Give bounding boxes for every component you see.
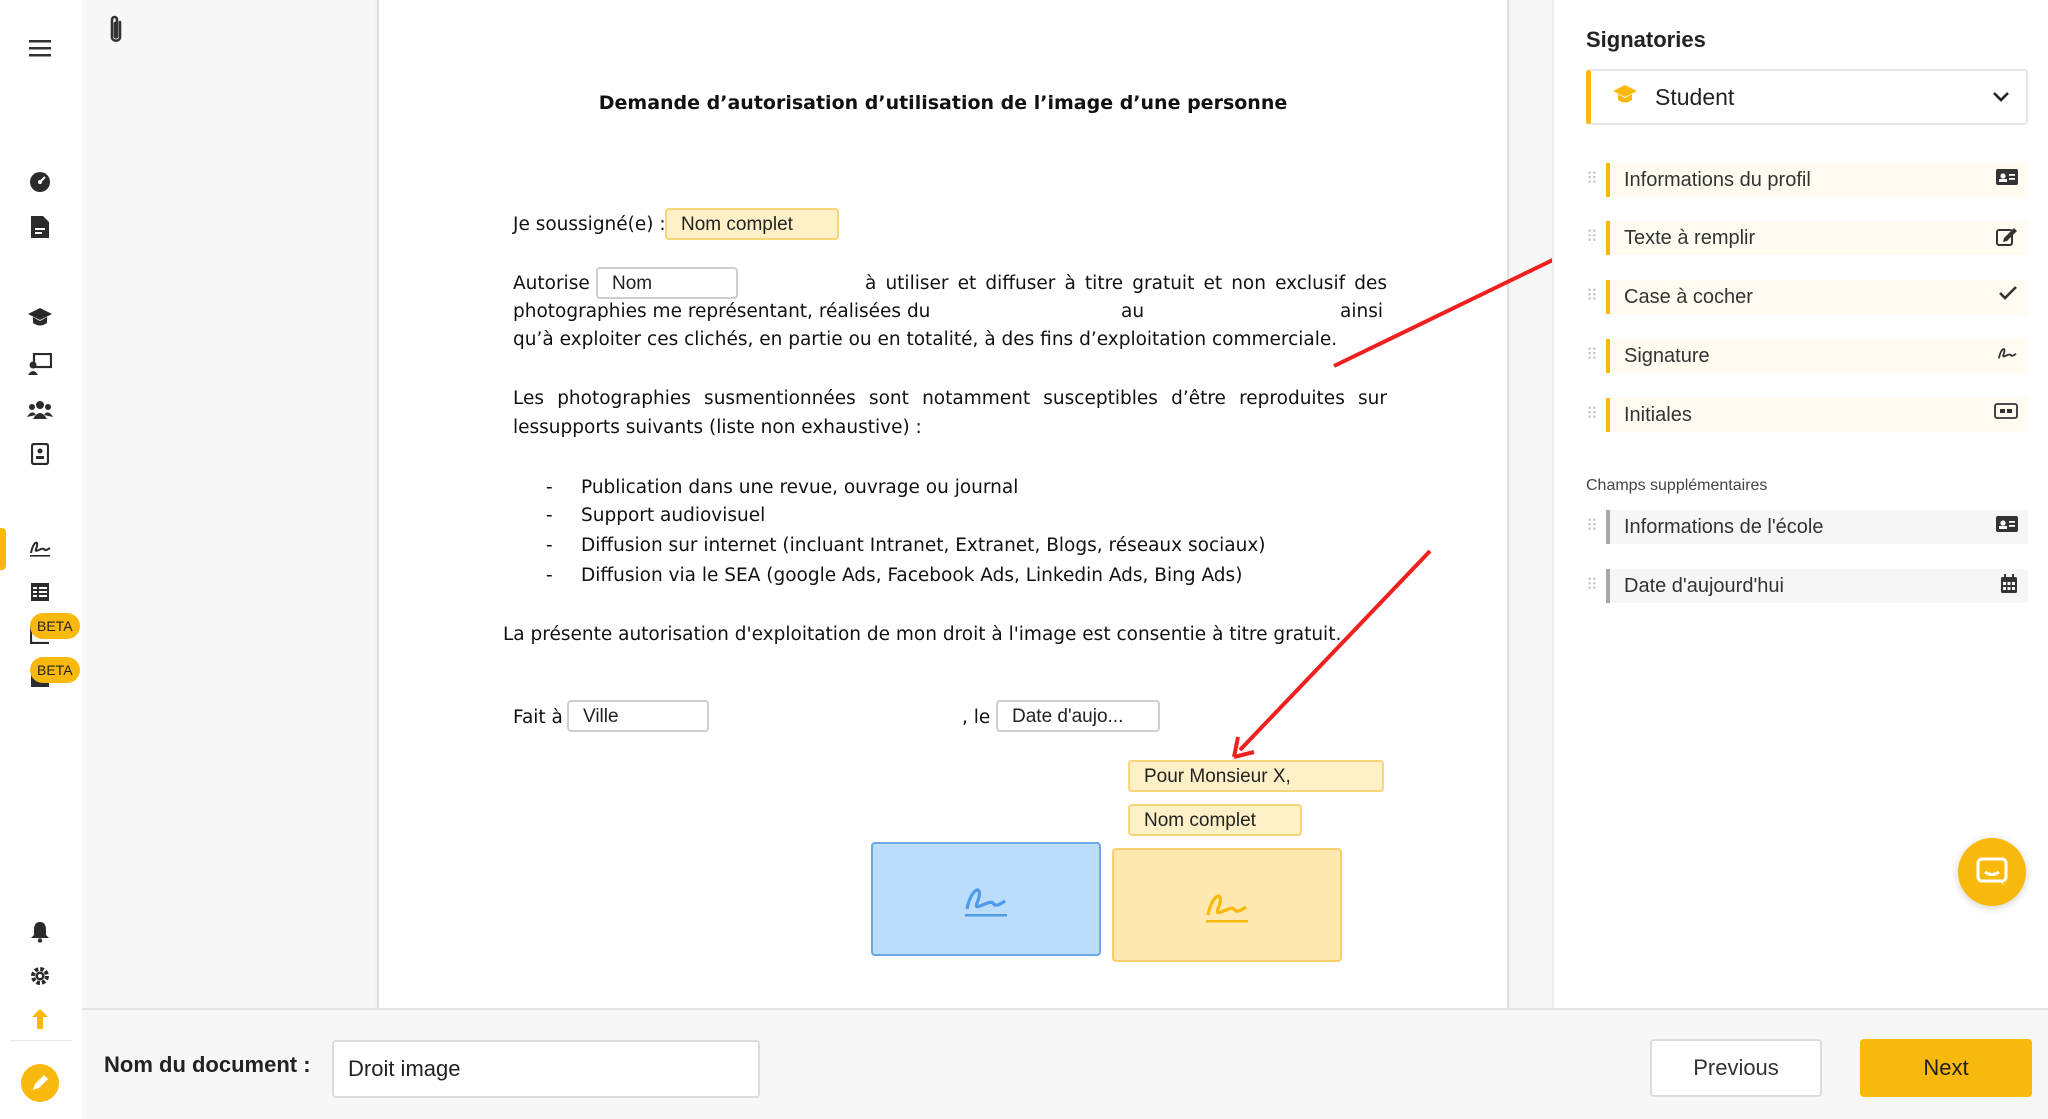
bell-icon[interactable] xyxy=(24,916,56,948)
signature-icon xyxy=(1996,344,2018,367)
field-item-label: Initiales xyxy=(1624,404,1692,426)
chat-icon xyxy=(1976,857,2008,886)
chat-button[interactable] xyxy=(1958,838,2026,906)
text-fait-a: Fait à xyxy=(513,707,563,728)
field-item-label: Texte à remplir xyxy=(1624,227,1756,249)
field-item-label: Informations du profil xyxy=(1624,169,1811,191)
calendar-icon xyxy=(2000,574,2018,599)
bullet-dash: - xyxy=(546,505,553,526)
text-gratuit: La présente autorisation d'exploitation … xyxy=(503,624,1342,645)
drag-handle-icon[interactable]: ⠿ xyxy=(1586,286,1598,306)
document-title: Demande d’autorisation d’utilisation de … xyxy=(598,92,1288,114)
pen-icon[interactable] xyxy=(21,1064,59,1102)
id-card-icon xyxy=(1996,168,2018,191)
text-supports-2: lessupports suivants (liste non exhausti… xyxy=(513,417,922,438)
signature-field-yellow[interactable] xyxy=(1112,848,1342,962)
field-item-label: Informations de l'école xyxy=(1624,516,1824,538)
text-supports-1: Les photographies susmentionnées sont no… xyxy=(513,388,1387,409)
text-au: au xyxy=(1121,301,1145,322)
text-exploiter: qu’à exploiter ces clichés, en partie ou… xyxy=(513,329,1338,350)
document-page: Demande d’autorisation d’utilisation de … xyxy=(377,0,1509,1008)
previous-button[interactable]: Previous xyxy=(1650,1039,1822,1097)
bullet-dash: - xyxy=(546,565,553,586)
field-item-informations-profil[interactable]: ⠿ Informations du profil xyxy=(1586,163,2028,197)
document-name-label: Nom du document : xyxy=(104,1052,311,1077)
field-item-texte-a-remplir[interactable]: ⠿ Texte à remplir xyxy=(1586,221,2028,255)
text-soussigne: Je soussigné(e) : xyxy=(513,214,666,235)
field-nom[interactable]: Nom xyxy=(596,267,738,299)
drag-handle-icon[interactable]: ⠿ xyxy=(1586,575,1598,595)
extra-fields-title: Champs supplémentaires xyxy=(1586,477,1768,494)
contact-card-icon[interactable] xyxy=(24,438,56,470)
graduation-cap-icon[interactable] xyxy=(24,303,56,335)
field-item-initiales[interactable]: ⠿ Initiales xyxy=(1586,398,2028,432)
beta-badge: BETA xyxy=(30,613,80,639)
document-icon[interactable] xyxy=(24,211,56,243)
initials-icon xyxy=(1994,403,2018,424)
bullet-dash: - xyxy=(546,535,553,556)
bottom-bar: Nom du document : Previous Next xyxy=(82,1008,2048,1119)
graduation-cap-icon xyxy=(1613,85,1637,113)
signatory-select[interactable]: Student xyxy=(1586,69,2028,125)
edit-icon xyxy=(1996,226,2018,251)
drag-handle-icon[interactable]: ⠿ xyxy=(1586,169,1598,189)
drag-handle-icon[interactable]: ⠿ xyxy=(1586,227,1598,247)
field-ville[interactable]: Ville xyxy=(567,700,709,732)
text-photographies: photographies me représentant, réalisées… xyxy=(513,301,931,322)
field-nom-complet[interactable]: Nom complet xyxy=(665,208,839,240)
id-card-icon xyxy=(1996,515,2018,538)
signature-field-blue[interactable] xyxy=(871,842,1101,956)
hamburger-icon[interactable] xyxy=(24,32,56,64)
document-name-input[interactable] xyxy=(332,1040,760,1098)
settings-gear-icon[interactable] xyxy=(24,960,56,992)
bullet-item: Diffusion sur internet (incluant Intrane… xyxy=(581,535,1266,556)
table-icon[interactable] xyxy=(24,576,56,608)
check-icon xyxy=(1998,285,2018,306)
dashboard-icon[interactable] xyxy=(24,166,56,198)
field-item-case-a-cocher[interactable]: ⠿ Case à cocher xyxy=(1586,280,2028,314)
bullet-item: Support audiovisuel xyxy=(581,505,766,526)
text-ainsi: ainsi xyxy=(1340,301,1383,322)
nav-active-indicator xyxy=(0,528,6,570)
field-item-informations-ecole[interactable]: ⠿ Informations de l'école xyxy=(1586,510,2028,544)
bullet-item: Diffusion via le SEA (google Ads, Facebo… xyxy=(581,565,1243,586)
bullet-item: Publication dans une revue, ouvrage ou j… xyxy=(581,477,1019,498)
paperclip-icon[interactable] xyxy=(104,14,128,54)
chevron-down-icon xyxy=(1992,83,2010,109)
field-pour-monsieur[interactable]: Pour Monsieur X, xyxy=(1128,760,1384,792)
app-root: BETA BETA Demande d’autorisation d’utili… xyxy=(0,0,2048,1119)
text-le: , le xyxy=(962,707,991,728)
document-canvas: Demande d’autorisation d’utilisation de … xyxy=(82,0,1552,1008)
signature-icon xyxy=(965,888,1007,917)
field-item-label: Date d'aujourd'hui xyxy=(1624,575,1784,597)
signatories-title: Signatories xyxy=(1586,27,1706,52)
field-item-signature[interactable]: ⠿ Signature xyxy=(1586,339,2028,373)
signatory-selected-label: Student xyxy=(1655,84,1735,110)
drag-handle-icon[interactable]: ⠿ xyxy=(1586,516,1598,536)
users-icon[interactable] xyxy=(24,393,56,425)
upgrade-arrow-icon[interactable] xyxy=(24,1003,56,1035)
teacher-icon[interactable] xyxy=(24,348,56,380)
drag-handle-icon[interactable]: ⠿ xyxy=(1586,345,1598,365)
next-button[interactable]: Next xyxy=(1860,1039,2032,1097)
field-date[interactable]: Date d'aujo... xyxy=(996,700,1160,732)
field-item-label: Case à cocher xyxy=(1624,286,1753,308)
text-autorise-rest: à utiliser et diffuser à titre gratuit e… xyxy=(865,273,1387,294)
field-nom-complet-2[interactable]: Nom complet xyxy=(1128,804,1302,836)
drag-handle-icon[interactable]: ⠿ xyxy=(1586,404,1598,424)
signature-icon[interactable] xyxy=(24,531,56,563)
bullet-dash: - xyxy=(546,477,553,498)
text-autorise: Autorise xyxy=(513,273,590,294)
nav-divider xyxy=(10,1040,72,1041)
field-item-label: Signature xyxy=(1624,345,1710,367)
signature-icon xyxy=(1206,894,1248,923)
field-item-date-aujourdhui[interactable]: ⠿ Date d'aujourd'hui xyxy=(1586,569,2028,603)
beta-badge: BETA xyxy=(30,657,80,683)
left-nav: BETA BETA xyxy=(0,0,82,1119)
